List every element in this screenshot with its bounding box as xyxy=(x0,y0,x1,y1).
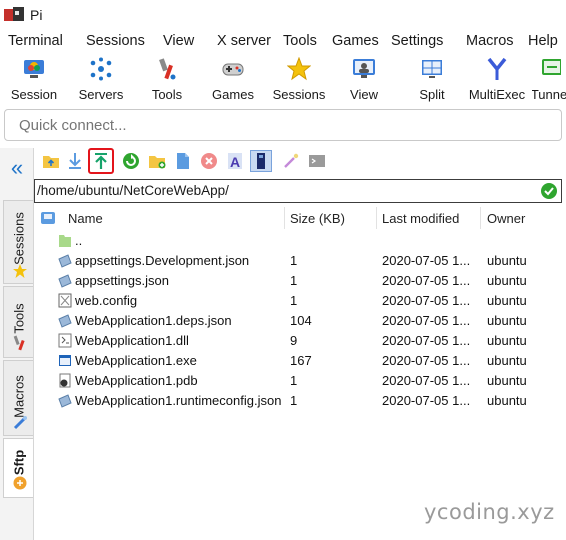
file-row[interactable]: WebApplication1.pdb 1 2020-07-05 1... ub… xyxy=(34,371,562,391)
check-icon[interactable] xyxy=(541,183,557,199)
file-list-header: Name Size (KB) Last modified Owner xyxy=(34,207,562,229)
session-button[interactable]: Session xyxy=(10,55,58,105)
file-row[interactable]: appsettings.Development.json 1 2020-07-0… xyxy=(34,251,562,271)
tunneling-button[interactable]: Tunne xyxy=(532,55,566,105)
tools-button[interactable]: Tools xyxy=(146,55,188,105)
app-logo-icon xyxy=(4,7,24,23)
delete-icon xyxy=(201,153,217,169)
file-row[interactable]: WebApplication1.dll 9 2020-07-05 1... ub… xyxy=(34,331,562,351)
column-owner[interactable]: Owner xyxy=(487,211,525,226)
left-sidebar: « Sessions Tools Macros Sftp xyxy=(0,148,34,540)
sidebar-tab-tools[interactable]: Tools xyxy=(3,286,33,358)
pdb-file-icon xyxy=(59,373,71,388)
parent-folder-button[interactable] xyxy=(40,150,62,172)
new-file-icon xyxy=(177,153,189,169)
follow-terminal-button[interactable] xyxy=(250,150,272,172)
json-file-icon xyxy=(58,274,72,288)
session-icon xyxy=(24,60,44,78)
menu-settings[interactable]: Settings xyxy=(391,33,443,49)
remote-path: /home/ubuntu/NetCoreWebApp/ xyxy=(37,183,229,198)
parent-folder-icon xyxy=(59,235,71,247)
new-folder-button[interactable] xyxy=(146,150,168,172)
file-row[interactable]: WebApplication1.runtimeconfig.json 1 202… xyxy=(34,391,562,411)
terminal-icon xyxy=(309,155,325,167)
star-icon xyxy=(13,264,27,278)
follow-terminal-icon xyxy=(257,153,265,169)
parent-folder-icon xyxy=(43,156,59,168)
games-icon xyxy=(222,63,244,76)
servers-button[interactable]: Servers xyxy=(76,55,126,105)
column-name[interactable]: Name xyxy=(68,211,103,226)
sidebar-tab-macros[interactable]: Macros xyxy=(3,360,33,436)
remote-path-field[interactable]: /home/ubuntu/NetCoreWebApp/ xyxy=(34,179,562,203)
new-folder-icon xyxy=(149,156,166,169)
file-row[interactable]: WebApplication1.exe 167 2020-07-05 1... … xyxy=(34,351,562,371)
disk-icon[interactable] xyxy=(40,210,56,226)
menu-terminal[interactable]: Terminal xyxy=(8,33,63,49)
view-icon xyxy=(353,59,375,78)
menu-games[interactable]: Games xyxy=(332,33,379,49)
file-row[interactable]: WebApplication1.deps.json 104 2020-07-05… xyxy=(34,311,562,331)
sessions-button[interactable]: Sessions xyxy=(272,55,326,105)
svg-text:A: A xyxy=(230,154,240,170)
sftp-icon xyxy=(13,476,27,490)
delete-button[interactable] xyxy=(198,150,220,172)
multiexec-button[interactable]: MultiExec xyxy=(468,55,526,105)
file-row[interactable]: appsettings.json 1 2020-07-05 1... ubunt… xyxy=(34,271,562,291)
new-file-button[interactable] xyxy=(172,150,194,172)
refresh-icon xyxy=(123,153,139,169)
servers-icon xyxy=(90,57,112,81)
sidebar-tab-sessions[interactable]: Sessions xyxy=(3,200,33,284)
magic-wand-icon xyxy=(284,153,299,168)
json-file-icon xyxy=(58,314,72,328)
collapse-sidebar-icon[interactable]: « xyxy=(0,157,34,182)
watermark: ycoding.xyz xyxy=(424,500,555,524)
dll-file-icon xyxy=(58,333,72,348)
file-row[interactable]: web.config 1 2020-07-05 1... ubuntu xyxy=(34,291,562,311)
tools-icon xyxy=(159,58,176,80)
sftp-toolbar: A xyxy=(36,148,336,176)
column-size[interactable]: Size (KB) xyxy=(290,211,345,226)
json-file-icon xyxy=(58,394,72,408)
refresh-button[interactable] xyxy=(120,150,142,172)
main-toolbar: Session Servers Tools Games Sessions Vie… xyxy=(0,55,566,105)
menu-view[interactable]: View xyxy=(163,33,194,49)
quick-connect-input[interactable] xyxy=(4,109,562,141)
upload-icon xyxy=(95,153,107,169)
tools-icon xyxy=(13,335,25,351)
magic-wand-button[interactable] xyxy=(280,150,302,172)
title-bar: Pi xyxy=(0,0,566,30)
column-last-modified[interactable]: Last modified xyxy=(382,211,459,226)
download-icon xyxy=(69,153,81,169)
terminal-button[interactable] xyxy=(306,150,328,172)
multiexec-icon xyxy=(487,57,507,80)
menu-sessions[interactable]: Sessions xyxy=(86,33,145,49)
sidebar-tab-sftp[interactable]: Sftp xyxy=(3,438,33,498)
menu-macros[interactable]: Macros xyxy=(466,33,514,49)
tunneling-icon xyxy=(542,59,561,75)
json-file-icon xyxy=(58,254,72,268)
split-icon xyxy=(422,60,442,78)
file-row-parent[interactable]: .. xyxy=(34,231,562,251)
exe-file-icon xyxy=(59,355,71,366)
menu-help[interactable]: Help xyxy=(528,33,558,49)
macro-icon xyxy=(13,416,27,430)
rename-icon: A xyxy=(228,153,242,170)
view-button[interactable]: View xyxy=(344,55,384,105)
games-button[interactable]: Games xyxy=(210,55,256,105)
upload-button[interactable] xyxy=(88,148,114,174)
config-file-icon xyxy=(58,293,72,308)
star-icon xyxy=(287,57,311,81)
rename-button[interactable]: A xyxy=(224,150,246,172)
download-button[interactable] xyxy=(64,150,86,172)
menu-bar: Terminal Sessions View X server Tools Ga… xyxy=(0,31,566,53)
menu-tools[interactable]: Tools xyxy=(283,33,317,49)
split-button[interactable]: Split xyxy=(412,55,452,105)
window-title: Pi xyxy=(30,7,43,23)
menu-x-server[interactable]: X server xyxy=(217,33,271,49)
